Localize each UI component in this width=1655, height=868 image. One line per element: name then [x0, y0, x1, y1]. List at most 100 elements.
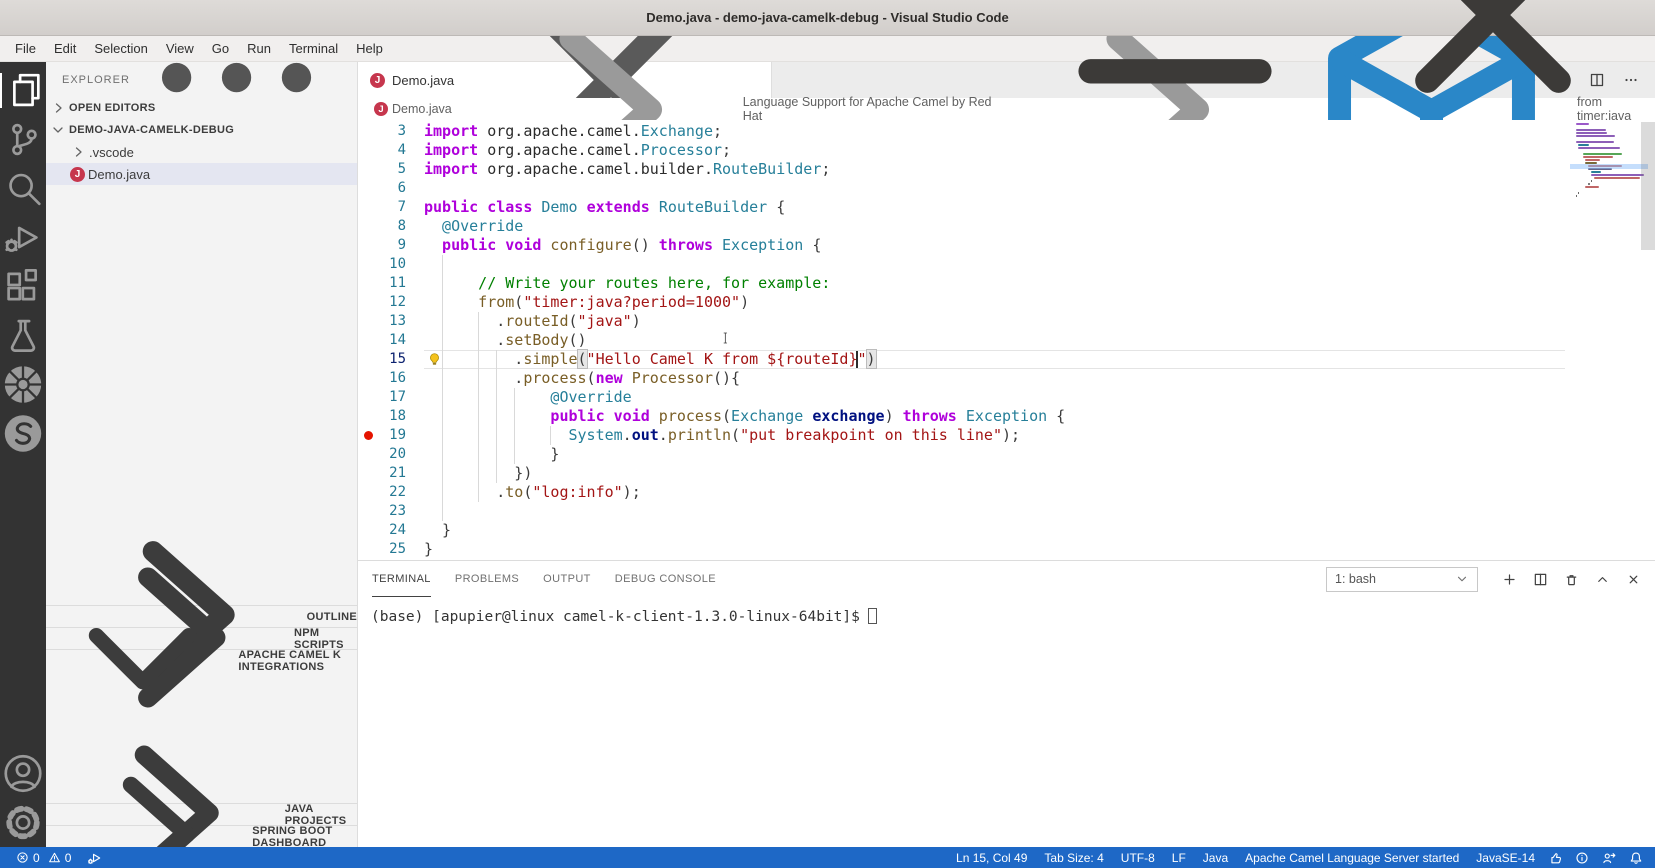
breadcrumb-item[interactable]: Language Support for Apache Camel by Red… [743, 95, 999, 123]
breakpoint-gutter[interactable] [358, 293, 378, 312]
status-java-runtime[interactable]: JavaSE-14 [1476, 851, 1535, 865]
menu-item-help[interactable]: Help [347, 41, 392, 56]
line-number[interactable]: 6 [378, 179, 406, 198]
code-line-content[interactable]: @Override [424, 388, 1565, 407]
problems-warnings[interactable]: 0 [48, 851, 71, 865]
search-icon[interactable] [0, 164, 46, 213]
code-line-content[interactable] [424, 179, 1565, 198]
breakpoint-gutter[interactable] [358, 540, 378, 559]
minimap[interactable] [1570, 123, 1648, 198]
line-number[interactable]: 3 [378, 122, 406, 141]
line-number[interactable]: 21 [378, 464, 406, 483]
workspace-folder-row[interactable]: DEMO-JAVA-CAMELK-DEBUG [46, 119, 357, 141]
status-camel-ls-status[interactable]: Apache Camel Language Server started [1245, 851, 1459, 865]
terminal[interactable]: (base) [apupier@linux camel-k-client-1.3… [358, 597, 1655, 847]
breakpoint-gutter[interactable] [358, 141, 378, 160]
bell-icon[interactable] [1629, 851, 1643, 865]
code-editor[interactable]: 3 import org.apache.camel.Exchange; 4 impor… [358, 120, 1655, 560]
line-number[interactable]: 8 [378, 217, 406, 236]
code-line-content[interactable]: import org.apache.camel.Processor; [424, 141, 1565, 160]
open-editors-section[interactable]: OPEN EDITORS [46, 97, 357, 119]
code-line-content[interactable]: import org.apache.camel.Exchange; [424, 122, 1565, 141]
line-number[interactable]: 13 [378, 312, 406, 331]
breakpoint-icon[interactable] [363, 431, 373, 440]
status-cursor-position[interactable]: Ln 15, Col 49 [956, 851, 1027, 865]
breakpoint-gutter[interactable] [358, 236, 378, 255]
panel-tab-terminal[interactable]: TERMINAL [372, 561, 431, 597]
feedback-icon[interactable] [1602, 851, 1616, 865]
line-number[interactable]: 17 [378, 388, 406, 407]
debug-status[interactable] [87, 851, 101, 865]
line-number[interactable]: 4 [378, 141, 406, 160]
breakpoint-gutter[interactable] [358, 407, 378, 426]
test-icon[interactable] [0, 311, 46, 360]
tree-item--vscode[interactable]: .vscode [46, 141, 357, 163]
line-number[interactable]: 16 [378, 369, 406, 388]
breakpoint-gutter[interactable] [358, 160, 378, 179]
breadcrumb-item[interactable]: Demo.java [392, 102, 452, 116]
code-line-content[interactable]: .setBody() [424, 331, 1565, 350]
code-line-content[interactable]: public void process(Exchange exchange) t… [424, 407, 1565, 426]
close-panel-icon[interactable] [1626, 572, 1641, 587]
line-number[interactable]: 7 [378, 198, 406, 217]
breakpoint-gutter[interactable] [358, 312, 378, 331]
code-line-content[interactable]: // Write your routes here, for example: [424, 274, 1565, 293]
breakpoint-gutter[interactable] [358, 255, 378, 274]
breakpoint-gutter[interactable] [358, 464, 378, 483]
run-debug-icon[interactable] [0, 213, 46, 262]
breakpoint-gutter[interactable] [358, 217, 378, 236]
status-eol[interactable]: LF [1172, 851, 1186, 865]
breakpoint-gutter[interactable] [358, 483, 378, 502]
breakpoint-gutter[interactable] [358, 502, 378, 521]
extensions-icon[interactable] [0, 262, 46, 311]
status-language-mode[interactable]: Java [1203, 851, 1228, 865]
code-line-content[interactable]: } [424, 540, 1565, 559]
tree-item-Demo-java[interactable]: J Demo.java [46, 163, 357, 185]
breakpoint-gutter[interactable] [358, 274, 378, 293]
thumbsup-icon[interactable] [1548, 851, 1562, 865]
line-number[interactable]: 20 [378, 445, 406, 464]
lightbulb-icon[interactable] [427, 352, 442, 367]
code-line-content[interactable]: public void configure() throws Exception… [424, 236, 1565, 255]
breakpoint-gutter[interactable] [358, 179, 378, 198]
code-line-content[interactable]: import org.apache.camel.builder.RouteBui… [424, 160, 1565, 179]
line-number[interactable]: 22 [378, 483, 406, 502]
panel-tab-problems[interactable]: PROBLEMS [455, 561, 519, 597]
account-icon[interactable] [0, 749, 46, 798]
code-line-content[interactable]: .routeId("java") [424, 312, 1565, 331]
split-terminal-icon[interactable] [1533, 572, 1548, 587]
menu-item-file[interactable]: File [6, 41, 45, 56]
panel-tab-debug-console[interactable]: DEBUG CONSOLE [615, 561, 716, 597]
line-number[interactable]: 25 [378, 540, 406, 559]
kubernetes-icon[interactable] [0, 360, 46, 409]
settings-icon[interactable] [0, 798, 46, 847]
explorer-icon[interactable] [0, 66, 46, 115]
camel-spring-icon[interactable] [0, 409, 46, 458]
terminal-shell-select[interactable]: 1: bash [1326, 566, 1478, 592]
status-encoding[interactable]: UTF-8 [1121, 851, 1155, 865]
line-number[interactable]: 14 [378, 331, 406, 350]
code-line-content[interactable] [424, 255, 1565, 274]
breakpoint-gutter[interactable] [358, 426, 378, 445]
line-number[interactable]: 24 [378, 521, 406, 540]
line-number[interactable]: 10 [378, 255, 406, 274]
code-line-content[interactable]: .to("log:info"); [424, 483, 1565, 502]
line-number[interactable]: 9 [378, 236, 406, 255]
line-number[interactable]: 11 [378, 274, 406, 293]
code-line-content[interactable]: } [424, 521, 1565, 540]
code-line-content[interactable] [424, 502, 1565, 521]
breakpoint-gutter[interactable] [358, 122, 378, 141]
line-number[interactable]: 12 [378, 293, 406, 312]
source-control-icon[interactable] [0, 115, 46, 164]
section-spring-boot-dashboard[interactable]: SPRING BOOT DASHBOARD [46, 777, 357, 868]
code-line-content[interactable]: .simple("Hello Camel K from ${routeId}") [424, 349, 1565, 369]
code-line-content[interactable]: System.out.println("put breakpoint on th… [424, 426, 1565, 445]
section-apache-camel-k-integrations[interactable]: APACHE CAMEL K INTEGRATIONS [46, 628, 357, 690]
code-line-content[interactable]: from("timer:java?period=1000") [424, 293, 1565, 312]
menu-item-edit[interactable]: Edit [45, 41, 85, 56]
new-terminal-icon[interactable] [1502, 572, 1517, 587]
breakpoint-gutter[interactable] [358, 331, 378, 350]
maximize-panel-icon[interactable] [1595, 572, 1610, 587]
line-number[interactable]: 15 [378, 350, 406, 369]
code-line-content[interactable]: } [424, 445, 1565, 464]
